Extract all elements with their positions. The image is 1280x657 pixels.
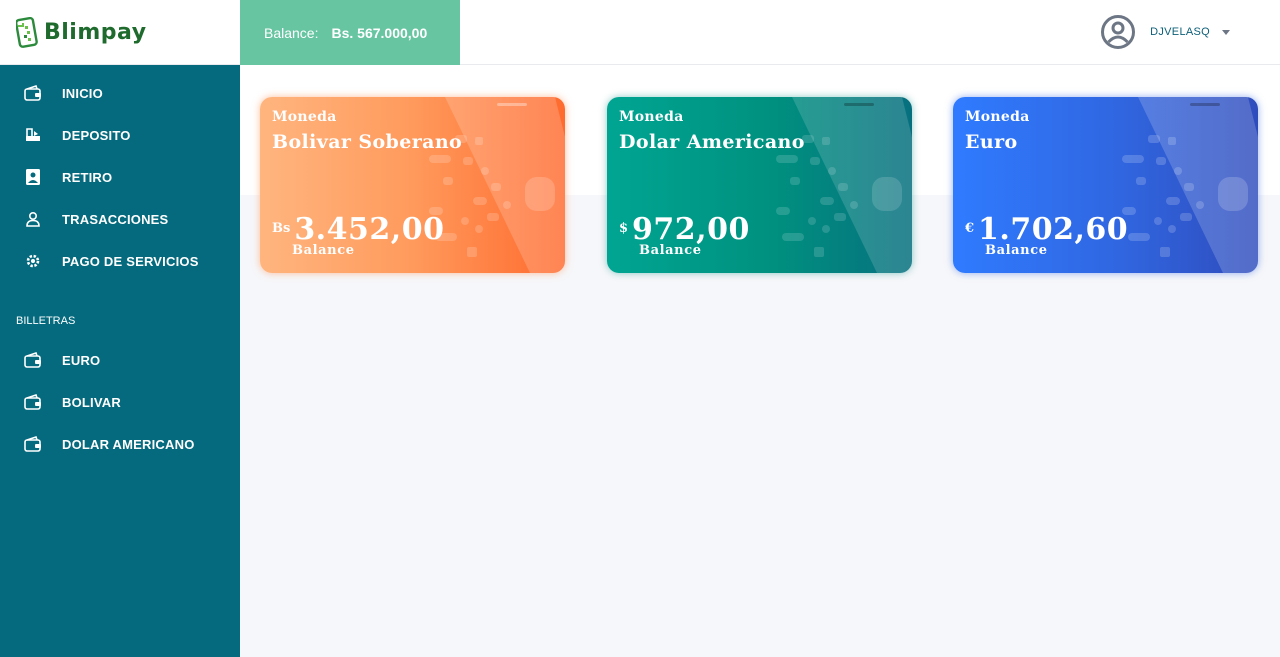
card-caption: Moneda <box>272 109 337 125</box>
wallet-icon <box>24 435 42 453</box>
wallet-icon <box>24 393 42 411</box>
currency-symbol: $ <box>619 221 629 236</box>
phone-pattern-icon <box>1122 97 1258 273</box>
wallet-icon <box>24 351 42 369</box>
chevron-down-icon[interactable] <box>1222 29 1230 35</box>
user-icon <box>24 210 42 228</box>
card-balance-value: 972,00 <box>632 212 750 247</box>
sidebar-item-label: DOLAR AMERICANO <box>62 436 195 452</box>
card-currency-name: Dolar Americano <box>619 131 805 153</box>
currency-symbol: € <box>965 221 975 236</box>
username[interactable]: DJVELASQ <box>1150 26 1210 38</box>
currency-symbol: Bs <box>272 221 291 236</box>
deposit-icon <box>24 126 42 144</box>
sidebar-item-label: RETIRO <box>62 169 113 185</box>
user-avatar-icon[interactable] <box>1100 14 1136 50</box>
sidebar-item-label: INICIO <box>62 85 103 101</box>
brand-logo[interactable]: Blimpay <box>0 0 240 65</box>
sidebar-item-bolivar[interactable]: BOLIVAR <box>0 381 240 423</box>
currency-card-bolivar[interactable]: Moneda Bolivar Soberano Bs 3.452,00 Bala… <box>260 97 565 273</box>
card-balance-label: Balance <box>292 243 355 258</box>
currency-card-dolar[interactable]: Moneda Dolar Americano $ 972,00 Balance <box>607 97 912 273</box>
card-caption: Moneda <box>619 109 684 125</box>
sidebar-item-label: EURO <box>62 352 101 368</box>
card-balance-value: 3.452,00 <box>294 212 445 247</box>
sidebar-item-inicio[interactable]: INICIO <box>0 72 240 114</box>
top-bar: Blimpay Balance: Bs. 567.000,00 DJVELASQ <box>0 0 1280 65</box>
gear-icon <box>24 252 42 270</box>
sidebar-item-euro[interactable]: EURO <box>0 339 240 381</box>
card-balance-label: Balance <box>639 243 702 258</box>
card-amount: Bs 3.452,00 <box>272 213 444 247</box>
card-currency-name: Bolivar Soberano <box>272 131 463 153</box>
main-content: Moneda Bolivar Soberano Bs 3.452,00 Bala… <box>240 65 1280 657</box>
card-currency-name: Euro <box>965 131 1018 153</box>
brand-name: Blimpay <box>44 20 147 45</box>
withdraw-icon <box>24 168 42 186</box>
phone-pattern-icon <box>776 97 912 273</box>
sidebar-item-trasacciones[interactable]: TRASACCIONES <box>0 198 240 240</box>
sidebar-item-pago-de-servicios[interactable]: PAGO DE SERVICIOS <box>0 240 240 282</box>
sidebar-item-label: DEPOSITO <box>62 127 131 143</box>
balance-value: Bs. 567.000,00 <box>331 24 428 41</box>
card-amount: $ 972,00 <box>619 213 750 247</box>
card-balance-value: 1.702,60 <box>978 212 1129 247</box>
header-balance: Balance: Bs. 567.000,00 <box>240 0 460 65</box>
card-balance-label: Balance <box>985 243 1048 258</box>
sidebar-item-label: BOLIVAR <box>62 394 121 410</box>
card-caption: Moneda <box>965 109 1030 125</box>
sidebar-item-dolar-americano[interactable]: DOLAR AMERICANO <box>0 423 240 465</box>
sidebar-item-label: TRASACCIONES <box>62 211 169 227</box>
wallet-icon <box>24 84 42 102</box>
wallets-section-title: BILLETRAS <box>16 315 76 327</box>
balance-label: Balance: <box>264 24 319 41</box>
currency-card-euro[interactable]: Moneda Euro € 1.702,60 Balance <box>953 97 1258 273</box>
user-menu[interactable]: DJVELASQ <box>1100 14 1230 50</box>
sidebar: INICIO DEPOSITO RETIRO TRASACCIONES PAGO… <box>0 65 240 657</box>
sidebar-item-retiro[interactable]: RETIRO <box>0 156 240 198</box>
card-amount: € 1.702,60 <box>965 213 1128 247</box>
sidebar-item-deposito[interactable]: DEPOSITO <box>0 114 240 156</box>
phone-logo-icon <box>16 16 38 48</box>
sidebar-item-label: PAGO DE SERVICIOS <box>62 253 199 269</box>
